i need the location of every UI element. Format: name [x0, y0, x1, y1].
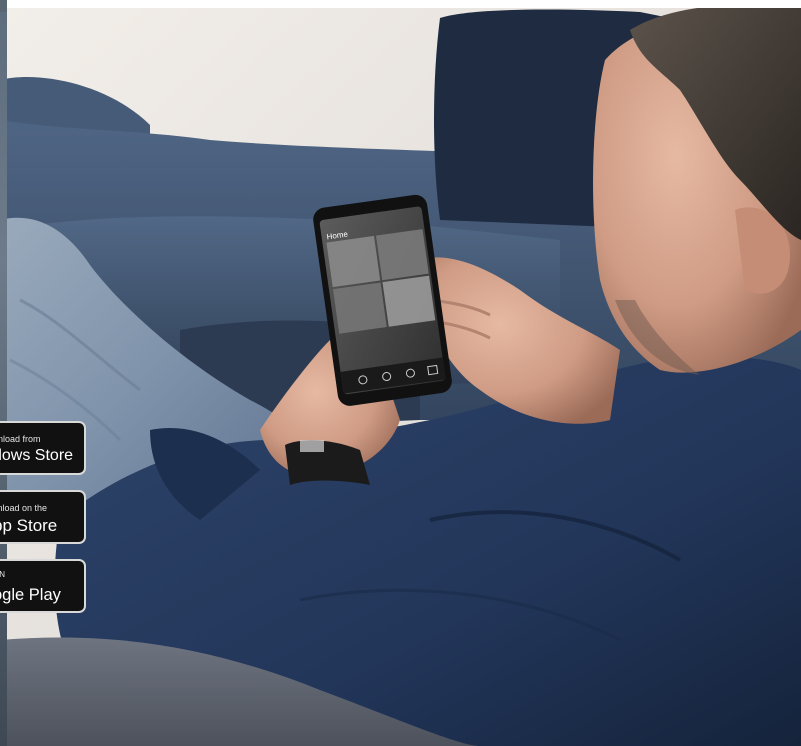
windows-store-badge[interactable]: nload from dows Store — [0, 421, 86, 475]
photo-illustration: Home — [0, 0, 801, 746]
app-store-badge-label: pp Store — [0, 516, 58, 535]
windows-store-badge-caption: nload from — [0, 434, 41, 444]
google-play-badge[interactable]: ON ogle Play — [0, 559, 86, 613]
app-store-badge[interactable]: vnload on the pp Store — [0, 490, 86, 544]
google-play-badge-label: ogle Play — [0, 586, 61, 604]
windows-store-badge-label: dows Store — [0, 447, 74, 464]
left-edge-strip — [0, 0, 7, 746]
top-corner-mark — [0, 0, 7, 12]
top-edge-strip — [0, 0, 801, 8]
photo-stage: Home nload from dows Store vnload on the… — [0, 0, 801, 746]
app-store-badge-caption: vnload on the — [0, 503, 48, 513]
google-play-badge-caption: ON — [0, 570, 5, 579]
